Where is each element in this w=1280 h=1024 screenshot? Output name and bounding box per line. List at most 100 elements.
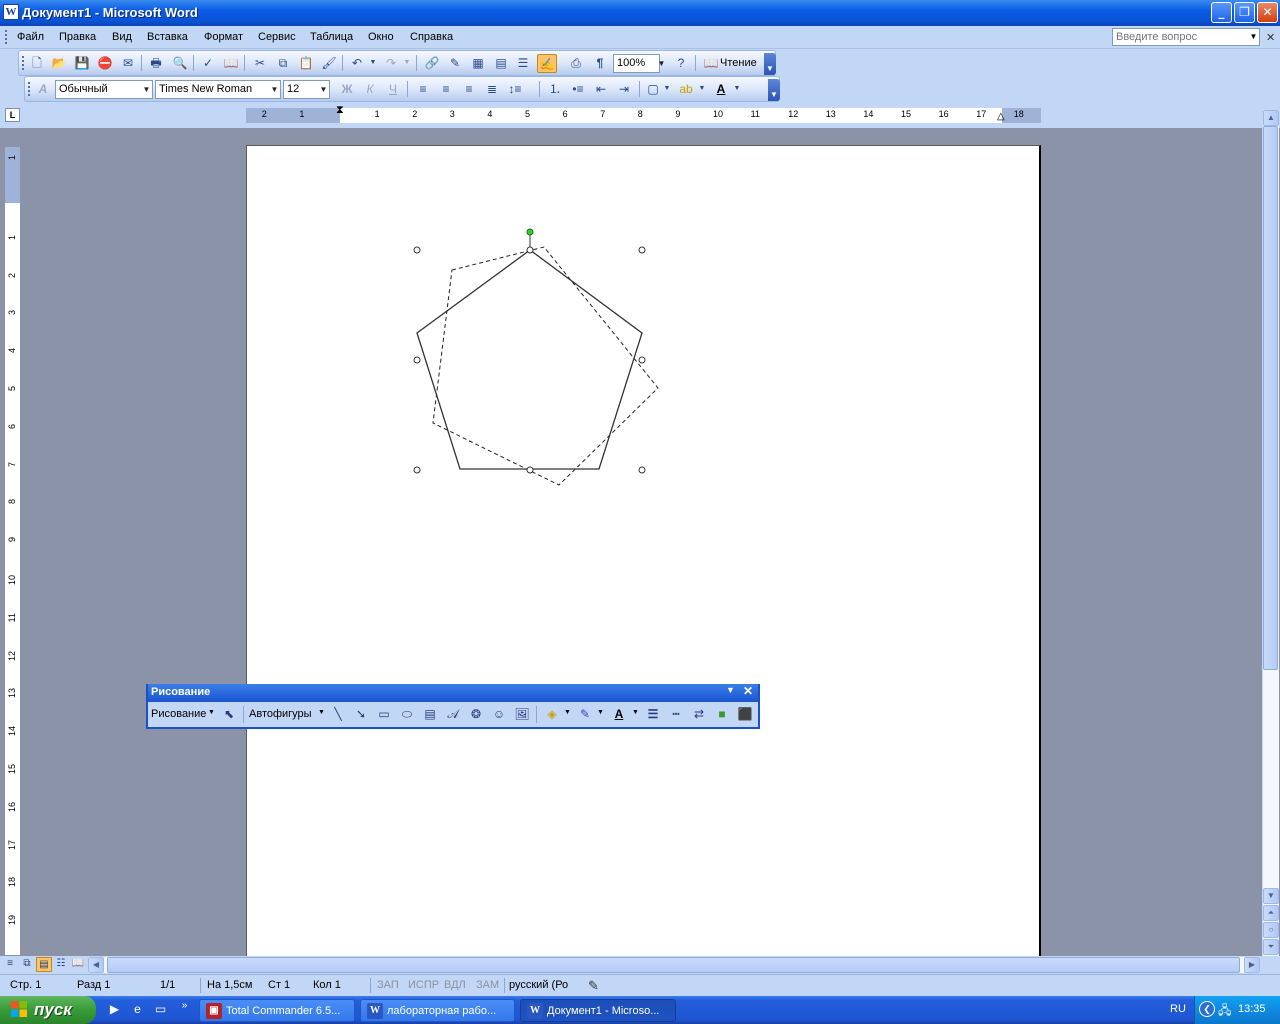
tab-selector[interactable]: L	[5, 108, 20, 122]
document-page[interactable]	[246, 145, 1041, 957]
document-close-icon[interactable]: ✕	[1266, 31, 1275, 44]
browse-object-button[interactable]: ○	[1263, 922, 1279, 938]
selection-handle[interactable]	[638, 466, 646, 474]
scroll-right-button[interactable]: ▶	[1244, 957, 1260, 973]
fill-color-dropdown-icon[interactable]: ▼	[564, 709, 571, 716]
reading-button-label[interactable]: Чтение	[720, 57, 757, 69]
clock[interactable]: 13:35	[1238, 1003, 1266, 1015]
highlight-dropdown-icon[interactable]: ▼	[697, 80, 707, 99]
print-layout-icon[interactable]: ▤	[36, 957, 52, 972]
menu-tools[interactable]: Сервис	[258, 31, 296, 43]
menu-help[interactable]: Справка	[410, 31, 453, 43]
horizontal-scroll-thumb[interactable]	[107, 957, 1240, 973]
menu-window[interactable]: Окно	[368, 31, 394, 43]
pentagon-drawing[interactable]	[247, 146, 1042, 958]
status-extend[interactable]: ВДЛ	[444, 979, 466, 991]
zoom-select[interactable]: 100%	[613, 54, 660, 73]
reading-layout-icon[interactable]: 📖	[70, 957, 86, 972]
redo-dropdown-icon[interactable]: ▼	[402, 54, 412, 73]
help-icon[interactable]: ?	[671, 54, 691, 73]
status-rec[interactable]: ЗАП	[377, 979, 399, 991]
font-select[interactable]: Times New Roman	[155, 80, 281, 99]
3d-icon[interactable]: ⬛	[735, 705, 755, 724]
selection-handle[interactable]	[413, 466, 421, 474]
status-overtype[interactable]: ЗАМ	[476, 979, 499, 991]
selection-handle[interactable]	[526, 246, 534, 254]
font-color-icon[interactable]: A	[609, 705, 629, 724]
copy-icon[interactable]: ⧉	[273, 54, 293, 73]
tables-borders-icon[interactable]: ✎	[445, 54, 465, 73]
toolbar-options-icon[interactable]: ▼	[764, 53, 776, 75]
autoshapes-dropdown-icon[interactable]: ▼	[318, 709, 325, 716]
font-color-dropdown-icon[interactable]: ▼	[632, 709, 639, 716]
open-icon[interactable]: 📂	[49, 54, 69, 73]
rectangle-icon[interactable]: ▭	[374, 705, 394, 724]
zoom-dropdown-icon[interactable]: ▼	[656, 55, 667, 72]
vertical-scroll-thumb[interactable]	[1263, 126, 1278, 670]
hyperlink-icon[interactable]: 🔗	[422, 54, 442, 73]
undo-icon[interactable]: ↶	[347, 54, 367, 73]
status-language[interactable]: русский (Ро	[509, 979, 568, 991]
normal-view-icon[interactable]: ≡	[2, 957, 18, 972]
close-button[interactable]: ✕	[1257, 2, 1278, 23]
spelling-icon[interactable]: ✓	[198, 54, 218, 73]
increase-indent-icon[interactable]: ⇥	[614, 80, 634, 99]
numbering-icon[interactable]: ⒈	[545, 80, 565, 99]
decrease-indent-icon[interactable]: ⇤	[591, 80, 611, 99]
scroll-down-button[interactable]: ▼	[1263, 888, 1279, 904]
internet-explorer-icon[interactable]: e	[129, 1001, 146, 1018]
line-color-icon[interactable]: ✎	[575, 705, 595, 724]
restore-button[interactable]: ❐	[1234, 2, 1255, 23]
document-map-icon[interactable]: ⎙	[566, 54, 586, 73]
previous-page-button[interactable]: ⏶	[1263, 905, 1279, 921]
line-style-icon[interactable]: ☰	[643, 705, 663, 724]
spelling-status-icon[interactable]: ✎	[588, 978, 599, 994]
borders-icon[interactable]: ▢	[643, 80, 663, 99]
menu-file[interactable]: Файл	[17, 31, 44, 43]
toolbar-grip[interactable]	[28, 82, 32, 96]
style-select[interactable]: Обычный	[55, 80, 153, 99]
line-color-dropdown-icon[interactable]: ▼	[597, 709, 604, 716]
network-icon[interactable]: 🖧	[1218, 1001, 1231, 1022]
align-center-icon[interactable]: ≡	[436, 80, 456, 99]
selection-handle[interactable]	[413, 356, 421, 364]
cut-icon[interactable]: ✂	[250, 54, 270, 73]
menu-view[interactable]: Вид	[112, 31, 132, 43]
rotation-handle[interactable]	[526, 228, 534, 236]
web-layout-icon[interactable]: ⧉	[19, 957, 35, 972]
fill-color-icon[interactable]: ◈	[542, 705, 562, 724]
selection-handle[interactable]	[526, 466, 534, 474]
show-hide-icon[interactable]: ¶	[590, 54, 610, 73]
next-page-button[interactable]: ⏷	[1263, 939, 1279, 955]
select-objects-icon[interactable]: ⬉	[219, 705, 239, 724]
columns-icon[interactable]: ☰	[513, 54, 533, 73]
print-preview-icon[interactable]: 🔍	[170, 54, 190, 73]
toolbar-options-icon[interactable]: ▼	[726, 685, 735, 695]
font-dropdown-icon[interactable]: ▼	[269, 81, 280, 98]
save-icon[interactable]: 💾	[72, 54, 92, 73]
horizontal-ruler[interactable]: ⧗ △ 2 1 1 2 3 4 5 6 7 8 9 10 11 12 13 14 15 16 17 18	[246, 105, 1041, 123]
redo-icon[interactable]: ↷	[381, 54, 401, 73]
menu-table[interactable]: Таблица	[310, 31, 353, 43]
clipart-icon[interactable]: ☺	[489, 705, 509, 724]
scroll-left-button[interactable]: ◀	[88, 957, 104, 973]
align-left-icon[interactable]: ≡	[413, 80, 433, 99]
bullets-icon[interactable]: •≡	[568, 80, 588, 99]
draw-menu-dropdown-icon[interactable]: ▼	[208, 709, 215, 716]
arrow-style-icon[interactable]: ⇄	[689, 705, 709, 724]
borders-dropdown-icon[interactable]: ▼	[662, 80, 672, 99]
language-indicator[interactable]: RU	[1170, 1003, 1186, 1015]
drawing-icon[interactable]: ✍	[537, 54, 557, 73]
new-icon[interactable]: 🗋	[27, 54, 47, 73]
autoshapes-button[interactable]: Автофигуры	[249, 708, 312, 720]
paste-icon[interactable]: 📋	[296, 54, 316, 73]
dash-style-icon[interactable]: ┅	[666, 705, 686, 724]
vertical-ruler[interactable]: 1 1 2 3 4 5 6 7 8 9 10 11 12 13 14 15 16 17 18 19	[5, 147, 20, 955]
word-app-icon[interactable]: W	[3, 4, 19, 20]
highlight-icon[interactable]: ab	[676, 80, 696, 99]
draw-menu-button[interactable]: Рисование	[151, 708, 206, 720]
text-box-icon[interactable]: ▤	[420, 705, 440, 724]
line-spacing-icon[interactable]: ↕≡	[505, 80, 525, 99]
font-size-dropdown-icon[interactable]: ▼	[318, 81, 329, 98]
font-color-icon[interactable]: A	[711, 80, 731, 99]
